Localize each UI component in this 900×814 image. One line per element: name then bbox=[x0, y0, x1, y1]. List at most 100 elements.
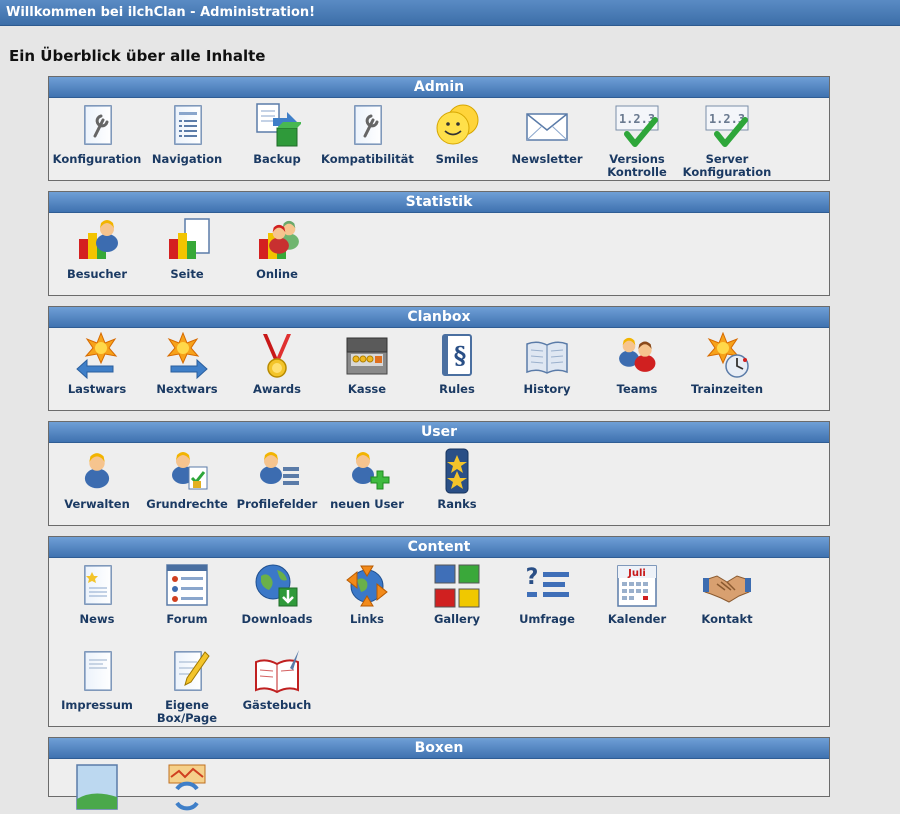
admin-link-label: Lastwars bbox=[67, 382, 127, 396]
admin-link-label: Besucher bbox=[66, 267, 128, 281]
admin-link-kasse[interactable]: Kasse bbox=[321, 332, 413, 396]
admin-link-label: Ranks bbox=[437, 497, 477, 511]
svg-text:§: § bbox=[454, 341, 467, 370]
admin-link-konfiguration[interactable]: Konfiguration bbox=[51, 102, 143, 166]
admin-link-label: Kompatibilität bbox=[321, 152, 414, 166]
admin-link-landscape-page-icon[interactable] bbox=[51, 763, 143, 814]
admin-link-versions-kontrolle[interactable]: 1.2.3 Versions Kontrolle bbox=[591, 102, 683, 179]
admin-link-label: Umfrage bbox=[519, 612, 575, 626]
admin-link-forum[interactable]: Forum bbox=[141, 562, 233, 626]
admin-link-teams[interactable]: Teams bbox=[591, 332, 683, 396]
section-statistik: Statistik Besucher Seite Online bbox=[48, 191, 830, 296]
window-title-bar: Willkommen bei ilchClan - Administration… bbox=[0, 0, 900, 26]
admin-link-downloads[interactable]: Downloads bbox=[231, 562, 323, 626]
admin-link-label: Newsletter bbox=[511, 152, 583, 166]
admin-link-nextwars[interactable]: Nextwars bbox=[141, 332, 233, 396]
admin-link-navigation[interactable]: Navigation bbox=[141, 102, 233, 166]
smiley-icon bbox=[436, 104, 479, 145]
window-title: Willkommen bei ilchClan - Administration… bbox=[6, 5, 316, 20]
admin-link-label: Gästebuch bbox=[242, 698, 312, 712]
admin-link-lastwars[interactable]: Lastwars bbox=[51, 332, 143, 396]
medal-icon bbox=[263, 334, 291, 378]
user-add-icon bbox=[352, 452, 390, 490]
envelope-icon bbox=[526, 113, 568, 141]
handshake-icon bbox=[703, 575, 751, 603]
admin-link-server-konfiguration[interactable]: 1.2.3 Server Konfiguration bbox=[681, 102, 773, 179]
open-book-icon bbox=[526, 341, 568, 374]
section-title: Boxen bbox=[49, 738, 829, 759]
calendar-month-text: Juli bbox=[627, 568, 646, 579]
admin-link-umfrage[interactable]: ? Umfrage bbox=[501, 562, 593, 626]
admin-link-kalender[interactable]: Juli Kalender bbox=[591, 562, 683, 626]
poll-icon: ? bbox=[526, 565, 569, 597]
ranks-icon bbox=[445, 448, 469, 494]
gallery-icon bbox=[434, 564, 480, 608]
admin-link-neuen-user[interactable]: neuen User bbox=[321, 447, 413, 511]
admin-link-smiles[interactable]: Smiles bbox=[411, 102, 503, 166]
admin-link-label: Kontakt bbox=[701, 612, 753, 626]
landscape-page-icon bbox=[76, 764, 118, 810]
admin-link-refresh-image-icon[interactable] bbox=[141, 763, 233, 814]
section-admin: Admin Konfiguration Navigation Backup Kompat… bbox=[48, 76, 830, 181]
admin-link-besucher[interactable]: Besucher bbox=[51, 217, 143, 281]
section-title: Clanbox bbox=[49, 307, 829, 328]
admin-link-links[interactable]: Links bbox=[321, 562, 413, 626]
admin-link-kompatibilität[interactable]: Kompatibilität bbox=[321, 102, 414, 166]
burst-clock-icon bbox=[706, 332, 749, 378]
admin-link-label: neuen User bbox=[330, 497, 404, 511]
user-fields-icon bbox=[260, 452, 299, 485]
admin-link-history[interactable]: History bbox=[501, 332, 593, 396]
admin-link-label: Online bbox=[256, 267, 298, 281]
admin-link-grundrechte[interactable]: Grundrechte bbox=[141, 447, 233, 511]
page-pencil-icon bbox=[174, 651, 210, 691]
paragraph-book-icon: § bbox=[442, 334, 472, 376]
admin-link-rules[interactable]: § Rules bbox=[411, 332, 503, 396]
admin-link-label: Kalender bbox=[607, 612, 667, 626]
admin-link-profilefelder[interactable]: Profilefelder bbox=[231, 447, 323, 511]
admin-link-backup[interactable]: Backup bbox=[231, 102, 323, 166]
svg-text:?: ? bbox=[526, 565, 539, 590]
admin-link-gallery[interactable]: Gallery bbox=[411, 562, 503, 626]
forum-icon bbox=[166, 564, 208, 606]
admin-link-online[interactable]: Online bbox=[231, 217, 323, 281]
admin-link-label: Versions Kontrolle bbox=[607, 152, 667, 179]
section-title: Statistik bbox=[49, 192, 829, 213]
section-clanbox: Clanbox Lastwars Nextwars Awards Kasse § Rules… bbox=[48, 306, 830, 411]
section-title: Admin bbox=[49, 77, 829, 98]
admin-link-label: Backup bbox=[253, 152, 301, 166]
admin-link-awards[interactable]: Awards bbox=[231, 332, 323, 396]
admin-link-label: Kasse bbox=[347, 382, 387, 396]
admin-link-eigene-box-page[interactable]: Eigene Box/Page bbox=[141, 648, 233, 725]
calendar-icon: Juli bbox=[617, 565, 657, 607]
admin-link-label: Forum bbox=[166, 612, 208, 626]
admin-link-news[interactable]: News bbox=[51, 562, 143, 626]
section-title: Content bbox=[49, 537, 829, 558]
admin-link-label: Impressum bbox=[61, 698, 133, 712]
links-globe-icon bbox=[346, 565, 388, 607]
plain-page-icon bbox=[84, 651, 112, 691]
bar-chart-user-icon bbox=[79, 220, 118, 259]
admin-link-trainzeiten[interactable]: Trainzeiten bbox=[681, 332, 773, 396]
admin-link-label: Konfiguration bbox=[52, 152, 142, 166]
admin-link-verwalten[interactable]: Verwalten bbox=[51, 447, 143, 511]
admin-link-kontakt[interactable]: Kontakt bbox=[681, 562, 773, 626]
user-icon bbox=[84, 453, 110, 489]
section-user: User Verwalten Grundrechte Profilefelder neu… bbox=[48, 421, 830, 526]
admin-link-impressum[interactable]: Impressum bbox=[51, 648, 143, 712]
admin-link-label: Profilefelder bbox=[236, 497, 318, 511]
admin-link-gästebuch[interactable]: Gästebuch bbox=[231, 648, 323, 712]
admin-link-label: Navigation bbox=[151, 152, 223, 166]
admin-link-label: Eigene Box/Page bbox=[156, 698, 218, 725]
list-page-icon bbox=[174, 105, 202, 145]
admin-link-newsletter[interactable]: Newsletter bbox=[501, 102, 593, 166]
wrench-page-icon bbox=[354, 105, 382, 145]
section-content: Content News Forum Downloads Links Gallery? Um… bbox=[48, 536, 830, 727]
admin-link-seite[interactable]: Seite bbox=[141, 217, 233, 281]
version-check-icon: 1.2.3 bbox=[705, 105, 749, 147]
wrench-page-icon bbox=[84, 105, 112, 145]
version-check-icon: 1.2.3 bbox=[615, 105, 659, 147]
team-icon bbox=[619, 337, 656, 372]
admin-link-label: Grundrechte bbox=[146, 497, 228, 511]
admin-link-ranks[interactable]: Ranks bbox=[411, 447, 503, 511]
admin-link-label: Seite bbox=[170, 267, 204, 281]
